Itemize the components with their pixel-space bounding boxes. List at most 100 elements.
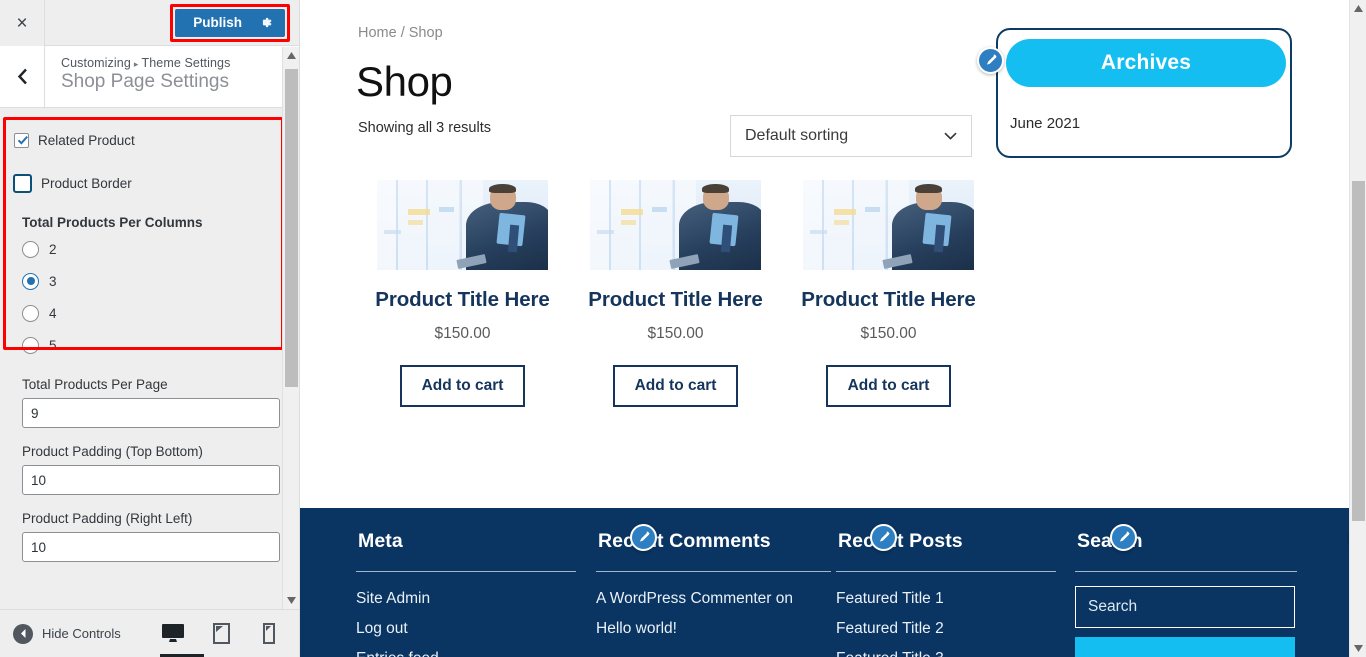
related-product-checkbox[interactable] bbox=[14, 133, 29, 148]
scroll-up-arrow[interactable] bbox=[283, 47, 300, 64]
recent-comment-item[interactable]: A WordPress Commenter on Hello world! bbox=[596, 584, 831, 644]
product-title[interactable]: Product Title Here bbox=[569, 286, 782, 314]
radio-option-3[interactable]: 3 bbox=[22, 265, 287, 297]
sorting-select-value: Default sorting bbox=[745, 127, 849, 144]
list-item[interactable]: Log out bbox=[356, 614, 576, 644]
footer-widget-recent-posts: Recent Posts Featured Title 1 Featured T… bbox=[836, 530, 1056, 657]
add-to-cart-button[interactable]: Add to cart bbox=[825, 364, 952, 407]
product-grid: Product Title Here $150.00 Add to cart P… bbox=[356, 180, 995, 407]
footer-widget-recent-comments: Recent Comments A WordPress Commenter on… bbox=[596, 530, 831, 644]
add-to-cart-button[interactable]: Add to cart bbox=[399, 364, 526, 407]
search-submit-button[interactable] bbox=[1075, 637, 1295, 657]
pencil-edit-icon bbox=[987, 54, 997, 65]
breadcrumb: Customizing ▸ Theme Settings bbox=[61, 56, 230, 70]
customizer-header: × Publish bbox=[0, 0, 299, 46]
product-card: Product Title Here $150.00 Add to cart bbox=[356, 180, 569, 407]
footer-widget-list: Site Admin Log out Entries feed bbox=[356, 584, 576, 657]
site-preview: Home / Shop Shop Showing all 3 results D… bbox=[300, 0, 1349, 657]
product-border-checkbox[interactable] bbox=[13, 174, 32, 193]
padding-tb-label: Product Padding (Top Bottom) bbox=[22, 444, 203, 459]
back-button[interactable] bbox=[0, 46, 45, 107]
scroll-down-arrow[interactable] bbox=[283, 592, 300, 609]
panel-header: Customizing ▸ Theme Settings Shop Page Set… bbox=[0, 46, 299, 108]
chevron-down-icon bbox=[944, 127, 957, 145]
preview-scrollbar-thumb[interactable] bbox=[1352, 181, 1365, 521]
radio-option-4[interactable]: 4 bbox=[22, 297, 287, 329]
panel-titles: Customizing ▸ Theme Settings Shop Page Set… bbox=[45, 46, 230, 107]
breadcrumb-root[interactable]: Customizing bbox=[61, 56, 131, 70]
pencil-edit-icon bbox=[880, 531, 890, 542]
radio-4-input[interactable] bbox=[22, 304, 39, 322]
sidebar-scrollbar[interactable] bbox=[282, 47, 299, 609]
add-to-cart-button[interactable]: Add to cart bbox=[612, 364, 739, 407]
footer-widget-meta: Meta Site Admin Log out Entries feed bbox=[356, 530, 576, 657]
list-item[interactable]: Entries feed bbox=[356, 644, 576, 657]
edit-meta-widget-button[interactable] bbox=[630, 524, 657, 551]
result-count: Showing all 3 results bbox=[358, 120, 491, 136]
customizer-sidebar: × Publish Customizing ▸ Theme Settings S… bbox=[0, 0, 300, 657]
pencil-edit-icon bbox=[640, 531, 650, 542]
product-title[interactable]: Product Title Here bbox=[356, 286, 569, 314]
list-item[interactable]: Featured Title 3 bbox=[836, 644, 1056, 657]
footer-widget-title: Recent Posts bbox=[838, 530, 963, 552]
hide-controls-button[interactable]: Hide Controls bbox=[13, 623, 121, 644]
customizer-screen: × Publish Customizing ▸ Theme Settings S… bbox=[0, 0, 1366, 657]
control-related-product[interactable]: Related Product bbox=[14, 133, 287, 148]
mobile-icon[interactable] bbox=[256, 619, 282, 649]
related-product-label[interactable]: Related Product bbox=[38, 133, 135, 148]
site-preview-inner: Home / Shop Shop Showing all 3 results D… bbox=[300, 0, 1349, 657]
footer-widget-title: Meta bbox=[358, 530, 403, 552]
edit-recent-comments-widget-button[interactable] bbox=[870, 524, 897, 551]
radio-option-2[interactable]: 2 bbox=[22, 233, 287, 265]
product-title[interactable]: Product Title Here bbox=[782, 286, 995, 314]
search-input[interactable] bbox=[1075, 586, 1295, 628]
padding-right-left-input[interactable] bbox=[22, 532, 280, 562]
padding-rl-label: Product Padding (Right Left) bbox=[22, 511, 193, 526]
preview-scroll-up-arrow[interactable] bbox=[1350, 0, 1366, 17]
breadcrumb-parent[interactable]: Theme Settings bbox=[142, 56, 231, 70]
publish-button-label: Publish bbox=[193, 15, 242, 30]
radio-2-input[interactable] bbox=[22, 240, 39, 258]
sidebar-scrollbar-thumb[interactable] bbox=[285, 69, 298, 387]
archives-widget-title: Archives bbox=[1006, 39, 1286, 87]
tablet-icon[interactable] bbox=[208, 619, 234, 649]
close-customizer-button[interactable]: × bbox=[0, 0, 45, 46]
edit-archives-widget-button[interactable] bbox=[977, 47, 1004, 74]
per-page-input[interactable] bbox=[22, 398, 280, 428]
columns-group-label: Total Products Per Columns bbox=[22, 215, 203, 230]
publish-button[interactable]: Publish bbox=[175, 9, 285, 37]
page-title: Shop Page Settings bbox=[61, 71, 229, 92]
breadcrumb-separator: ▸ bbox=[133, 59, 139, 69]
site-footer: Meta Site Admin Log out Entries feed Rec… bbox=[300, 508, 1349, 657]
controls-list: Related Product Product Border Total Pro… bbox=[0, 109, 299, 609]
list-item[interactable]: Featured Title 2 bbox=[836, 614, 1056, 644]
list-item[interactable]: Site Admin bbox=[356, 584, 576, 614]
archives-item[interactable]: June 2021 bbox=[1010, 115, 1080, 132]
radio-2-label: 2 bbox=[49, 241, 57, 257]
footer-widget-list: Featured Title 1 Featured Title 2 Featur… bbox=[836, 584, 1056, 657]
radio-option-5[interactable]: 5 bbox=[22, 329, 287, 361]
caret-up-icon bbox=[287, 52, 296, 59]
radio-3-input[interactable] bbox=[22, 272, 39, 290]
archives-widget: Archives June 2021 bbox=[996, 28, 1292, 158]
product-image[interactable] bbox=[803, 180, 974, 270]
list-item[interactable]: Featured Title 1 bbox=[836, 584, 1056, 614]
product-image[interactable] bbox=[590, 180, 761, 270]
divider bbox=[836, 571, 1056, 572]
padding-top-bottom-input[interactable] bbox=[22, 465, 280, 495]
gear-icon[interactable] bbox=[258, 15, 273, 30]
product-image[interactable] bbox=[377, 180, 548, 270]
preview-scrollbar[interactable] bbox=[1349, 0, 1366, 657]
radio-3-label: 3 bbox=[49, 273, 57, 289]
caret-down-icon bbox=[1354, 645, 1363, 652]
radio-5-input[interactable] bbox=[22, 336, 39, 354]
desktop-icon[interactable] bbox=[160, 619, 204, 657]
sidebar-footer-bar: Hide Controls bbox=[0, 609, 299, 657]
sorting-select[interactable]: Default sorting bbox=[730, 115, 972, 157]
preview-scroll-down-arrow[interactable] bbox=[1350, 640, 1366, 657]
control-product-border[interactable]: Product Border bbox=[13, 174, 287, 193]
footer-widget-search: Search bbox=[1075, 530, 1297, 657]
edit-recent-posts-widget-button[interactable] bbox=[1110, 524, 1137, 551]
shop-breadcrumb[interactable]: Home / Shop bbox=[358, 25, 443, 41]
product-border-label[interactable]: Product Border bbox=[41, 176, 132, 191]
